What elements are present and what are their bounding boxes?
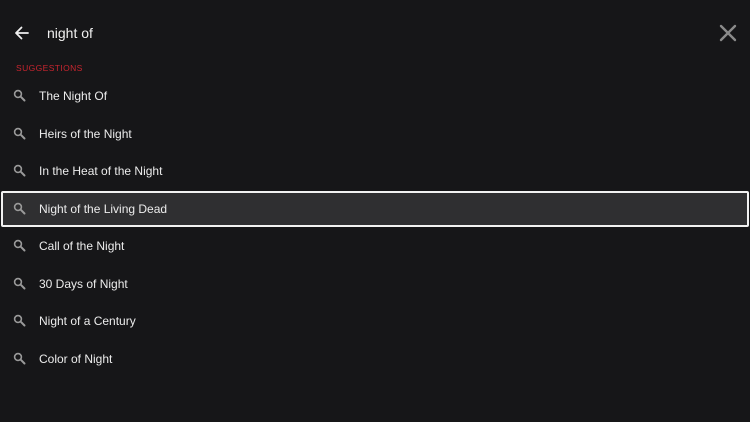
search-icon — [13, 314, 26, 327]
close-icon — [719, 24, 737, 42]
search-icon — [13, 239, 26, 252]
suggestion-label: In the Heat of the Night — [39, 164, 163, 178]
suggestion-item[interactable]: In the Heat of the Night — [0, 152, 750, 190]
suggestion-item[interactable]: The Night Of — [0, 77, 750, 115]
search-icon — [13, 202, 26, 214]
back-button[interactable] — [12, 23, 32, 43]
suggestion-item[interactable]: Call of the Night — [0, 227, 750, 265]
search-icon — [13, 89, 26, 102]
search-icon — [13, 164, 26, 177]
suggestion-label: Night of the Living Dead — [39, 201, 168, 216]
search-input[interactable]: night of — [47, 24, 93, 42]
suggestion-label: 30 Days of Night — [39, 276, 128, 291]
back-arrow-icon — [15, 26, 29, 40]
suggestion-item-selected[interactable]: Night of the Living Dead — [0, 190, 750, 228]
search-header: night of — [0, 0, 750, 62]
search-icon — [13, 352, 26, 364]
suggestion-label: Color of Night — [39, 351, 113, 366]
suggestion-label: The Night Of — [39, 89, 108, 103]
suggestion-label: Night of a Century — [39, 314, 136, 328]
suggestion-label: Heirs of the Night — [39, 126, 132, 141]
suggestion-item[interactable]: 30 Days of Night — [0, 265, 750, 303]
suggestion-item[interactable]: Night of a Century — [0, 302, 750, 340]
suggestions-heading: SUGGESTIONS — [16, 63, 83, 73]
close-button[interactable] — [717, 22, 739, 44]
suggestion-label: Call of the Night — [39, 239, 125, 253]
search-icon — [13, 127, 26, 139]
search-icon — [13, 277, 26, 289]
suggestion-item[interactable]: Color of Night — [0, 340, 750, 378]
suggestion-item[interactable]: Heirs of the Night — [0, 115, 750, 153]
suggestions-list: The Night Of Heirs of the Night In the H… — [0, 77, 750, 377]
